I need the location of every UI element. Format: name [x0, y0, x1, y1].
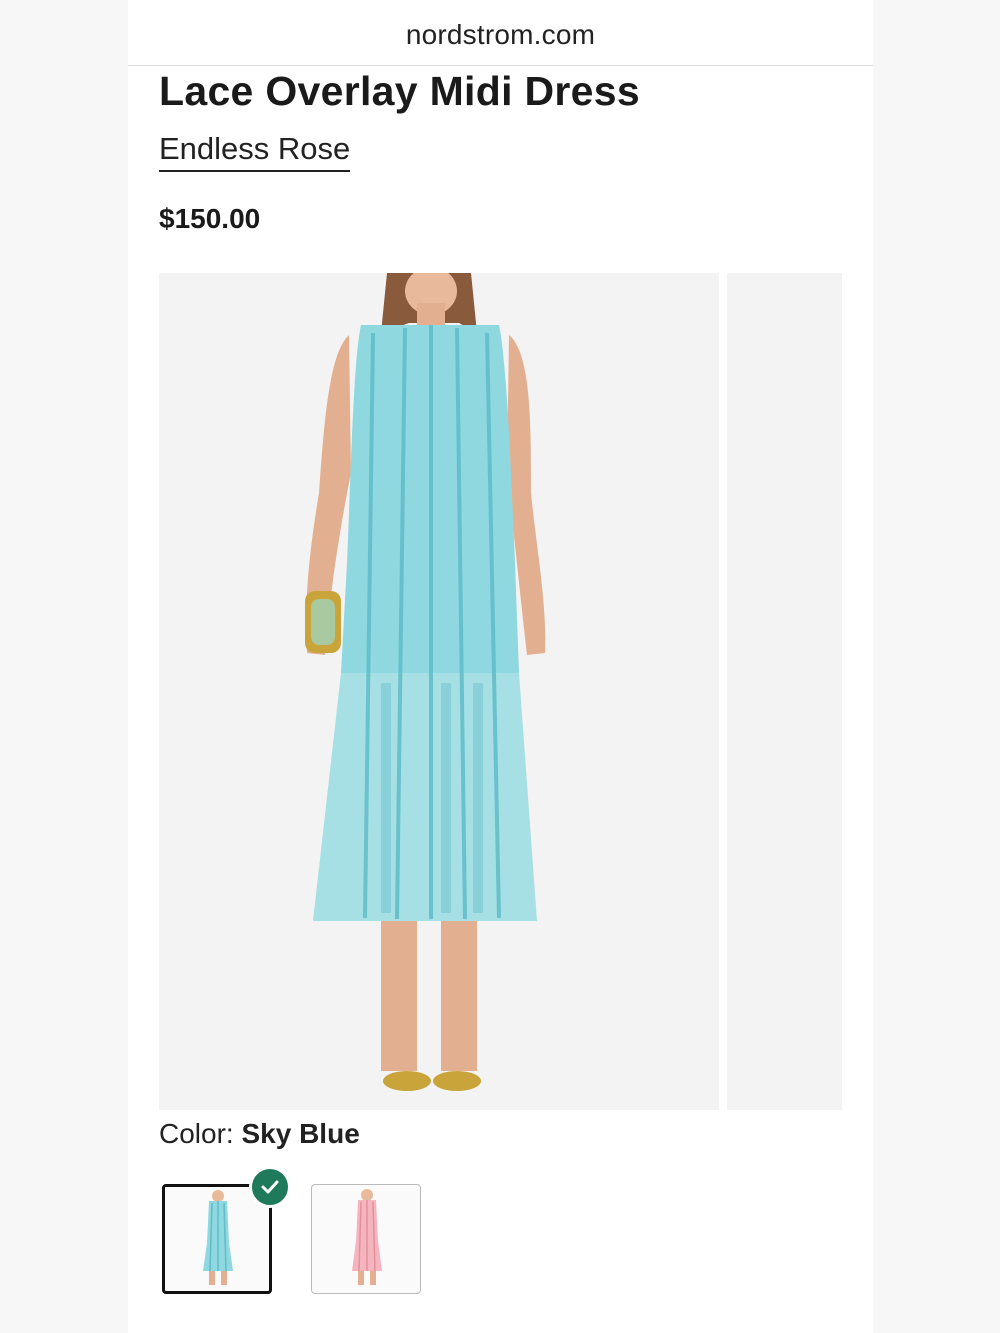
browser-address-bar[interactable]: nordstrom.com: [128, 0, 873, 66]
product-title: Lace Overlay Midi Dress: [159, 68, 640, 114]
url-text: nordstrom.com: [405, 18, 596, 50]
product-image-next[interactable]: [727, 273, 842, 1110]
color-label: Color:: [159, 1118, 234, 1149]
selected-check-icon: [249, 1166, 291, 1208]
product-price: $150.00: [159, 203, 261, 234]
swatch-pink-thumbnail: [352, 1189, 382, 1285]
model-illustration: [305, 273, 546, 1091]
color-selection-label: Color: Sky Blue: [159, 1118, 360, 1150]
swatch-sky-blue-thumbnail: [203, 1190, 233, 1285]
color-value: Sky Blue: [241, 1118, 360, 1149]
product-image-main[interactable]: [159, 273, 719, 1110]
swatch-pink[interactable]: [311, 1184, 421, 1294]
product-page: nordstrom.com Lace Overlay Midi Dress En…: [128, 0, 873, 1333]
brand-link[interactable]: Endless Rose: [159, 131, 351, 172]
